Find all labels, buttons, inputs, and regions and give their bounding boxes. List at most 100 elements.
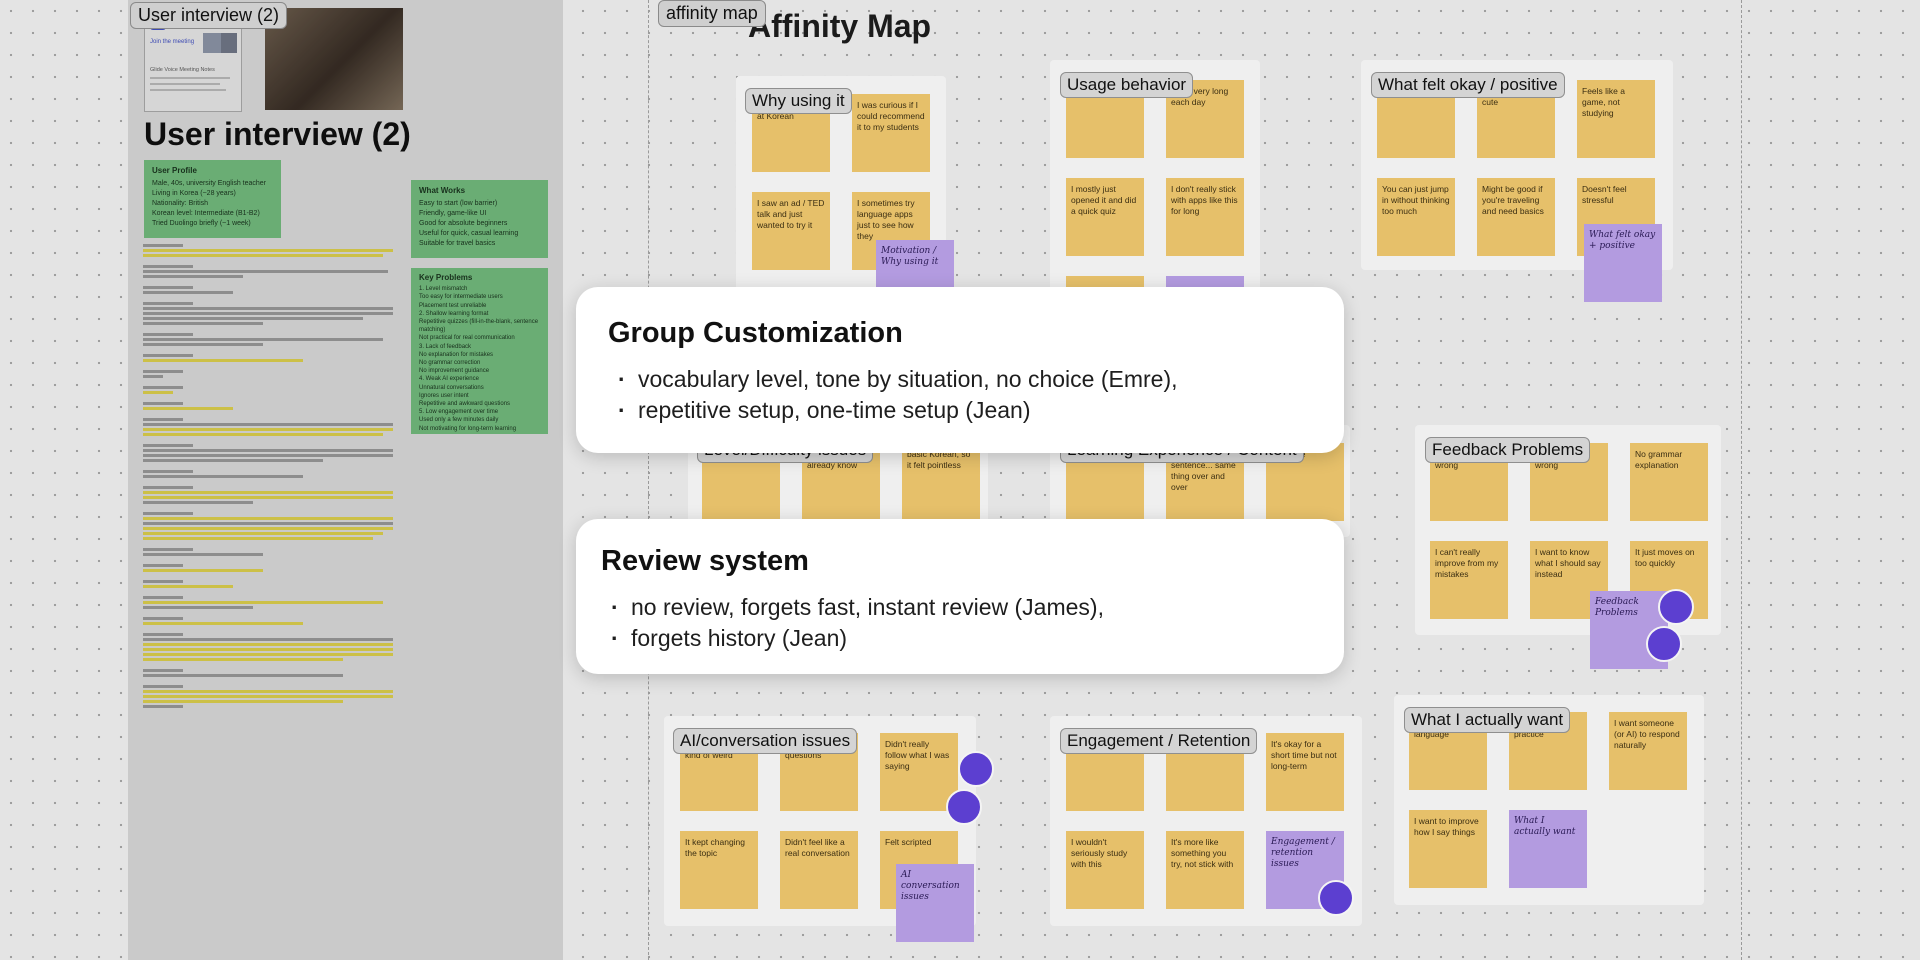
transcript-line (143, 674, 343, 677)
transcript-line (143, 527, 393, 530)
cluster-label[interactable]: What I actually want (1404, 707, 1571, 733)
cluster-label[interactable]: Feedback Problems (1425, 437, 1591, 463)
review-system-card[interactable]: Review system no review, forgets fast, i… (576, 519, 1344, 674)
transcript-line (143, 359, 303, 362)
sticky-note[interactable]: I saw an ad / TED talk and just wanted t… (752, 192, 830, 270)
sticky-note[interactable]: I was curious if I could recommend it to… (852, 94, 930, 172)
transcript-line (143, 302, 193, 305)
problem-line: 1. Level mismatch (419, 286, 468, 293)
transcript-line (143, 249, 393, 252)
transcript-line (143, 433, 383, 436)
transcript-line (143, 449, 393, 452)
profile-line: Tried Duolingo briefly (~1 week) (152, 220, 251, 227)
vote-dot[interactable] (946, 789, 982, 825)
sticky-note[interactable]: No grammar explanation (1630, 443, 1708, 521)
thumb-join-link: Join the meeting (150, 39, 195, 45)
profile-line: Male, 40s, university English teacher (152, 180, 266, 187)
what-works-card[interactable]: What Works Easy to start (low barrier) F… (411, 180, 548, 258)
sticky-note[interactable]: Might be good if you're traveling and ne… (1477, 178, 1555, 256)
works-line: Suitable for travel basics (419, 240, 496, 247)
participant-photo (203, 33, 221, 53)
transcript-line (143, 690, 393, 693)
sticky-note[interactable]: I want to improve how I say things (1409, 810, 1487, 888)
transcript-line (143, 327, 395, 331)
transcript-line (143, 496, 393, 499)
sticky-note[interactable]: It's more like something you try, not st… (1166, 831, 1244, 909)
transcript-line (143, 412, 395, 416)
sticky-note[interactable]: basic Korean, so it felt pointless (902, 443, 980, 521)
transcript-line (143, 653, 393, 656)
transcript-line (143, 643, 393, 646)
transcript-line (143, 542, 395, 546)
transcript-line (143, 244, 183, 247)
cluster-label[interactable]: Why using it (745, 88, 852, 114)
cluster-label[interactable]: Usage behavior (1060, 72, 1194, 98)
problem-line: Placement test unreliable (419, 302, 487, 309)
sticky-note[interactable]: You can just jump in without thinking to… (1377, 178, 1455, 256)
group-customization-title: Group Customization (608, 317, 903, 349)
transcript-line (143, 480, 395, 484)
bullet-item: repetitive setup, one-time setup (Jean) (618, 395, 1314, 426)
sticky-note[interactable]: Feels like a game, not studying (1577, 80, 1655, 158)
key-problems-card[interactable]: Key Problems 1. Level mismatch Too easy … (411, 268, 548, 434)
text-line (150, 83, 220, 85)
affinity-frame-border-left (648, 0, 649, 960)
problem-line: 4. Weak AI experience (419, 376, 479, 383)
transcript-line (143, 307, 393, 310)
problem-line: 5. Low engagement over time (419, 409, 499, 416)
transcript-line (143, 685, 183, 688)
problem-line: Used only a few minutes daily (419, 417, 499, 424)
interview-transcript[interactable] (143, 242, 395, 710)
user-profile-title: User Profile (152, 166, 197, 175)
user-profile-card[interactable]: User Profile Male, 40s, university Engli… (144, 160, 281, 238)
transcript-line (143, 391, 173, 394)
transcript-line (143, 669, 183, 672)
sticky-note[interactable]: I mostly just opened it and did a quick … (1066, 178, 1144, 256)
transcript-line (143, 596, 183, 599)
transcript-line (143, 464, 395, 468)
transcript-line (143, 312, 393, 315)
text-line (150, 77, 230, 79)
transcript-line (143, 679, 395, 683)
interview-frame-label[interactable]: User interview (2) (130, 2, 288, 29)
sticky-note[interactable]: It kept changing the topic (680, 831, 758, 909)
participant-photo (221, 33, 237, 53)
transcript-line (143, 322, 263, 325)
transcript-line (143, 611, 395, 615)
cluster-summary-note[interactable]: AI conversation issues (896, 864, 974, 942)
transcript-line (143, 459, 323, 462)
vote-dot[interactable] (1658, 589, 1694, 625)
problem-line: 3. Lack of feedback (419, 343, 472, 350)
sticky-note[interactable]: It's okay for a short time but not long-… (1266, 733, 1344, 811)
affinity-frame-label[interactable]: affinity map (658, 0, 766, 27)
transcript-line (143, 695, 393, 698)
cluster-summary-note[interactable]: What I actually want (1509, 810, 1587, 888)
vote-dot[interactable] (1646, 626, 1682, 662)
transcript-line (143, 548, 193, 551)
sticky-note[interactable]: I don't really stick with apps like this… (1166, 178, 1244, 256)
transcript-line (143, 638, 393, 641)
sticky-note[interactable]: I wouldn't seriously study with this (1066, 831, 1144, 909)
key-problems-title: Key Problems (419, 273, 473, 282)
transcript-line (143, 370, 183, 373)
sticky-note[interactable]: I want someone (or AI) to respond natura… (1609, 712, 1687, 790)
transcript-line (143, 617, 183, 620)
transcript-line (143, 658, 343, 661)
cluster-label[interactable]: Engagement / Retention (1060, 728, 1258, 754)
vote-dot[interactable] (1318, 880, 1354, 916)
cluster-label[interactable]: AI/conversation issues (673, 728, 858, 754)
group-customization-card[interactable]: Group Customization vocabulary level, to… (576, 287, 1344, 453)
transcript-line (143, 601, 383, 604)
interview-title: User interview (2) (144, 116, 411, 152)
cluster-label[interactable]: What felt okay / positive (1371, 72, 1565, 98)
cluster-summary-note[interactable]: What felt okay + positive (1584, 224, 1662, 302)
transcript-line (143, 354, 193, 357)
transcript-line (143, 454, 393, 457)
vote-dot[interactable] (958, 751, 994, 787)
transcript-line (143, 470, 193, 473)
sticky-note[interactable]: Didn't feel like a real conversation (780, 831, 858, 909)
problem-line: Unnatural conversations (419, 384, 484, 391)
affinity-frame-border-right (1741, 0, 1742, 960)
sticky-note[interactable]: I can't really improve from my mistakes (1430, 541, 1508, 619)
transcript-line (143, 700, 343, 703)
